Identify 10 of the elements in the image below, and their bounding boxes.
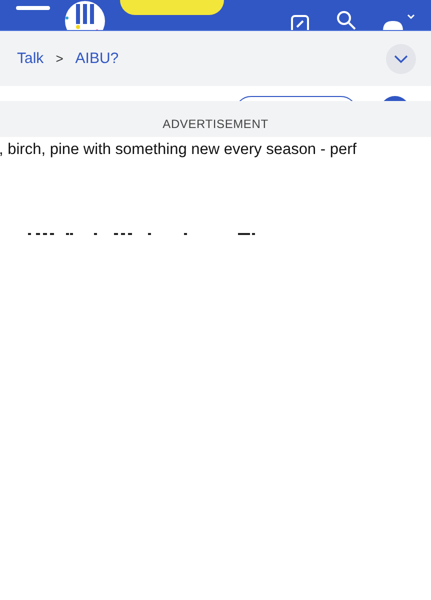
chevron-down-icon [393,54,409,64]
compose-icon[interactable] [289,14,311,30]
menu-icon[interactable] [16,6,50,10]
breadcrumb-link[interactable]: AIBU? [75,50,119,67]
breadcrumb-link[interactable]: Talk [17,50,44,67]
ad-text: , birch, pine with something new every season - perf [0,140,358,159]
expand-button[interactable] [386,44,416,74]
search-icon[interactable] [335,9,357,30]
ad-label: ADVERTISEMENT [162,117,268,131]
breadcrumb-separator: > [56,51,64,66]
